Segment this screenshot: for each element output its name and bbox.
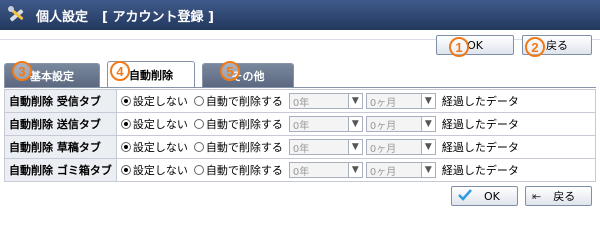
month-select[interactable]: 0ヶ月 ▼	[365, 139, 436, 155]
elapsed-data-text: 経過したデータ	[441, 141, 519, 154]
back-button-top-label: 戻る	[546, 39, 568, 52]
month-select[interactable]: 0ヶ月 ▼	[365, 162, 436, 178]
annotation-marker-4: 4	[110, 61, 130, 81]
tab-auto-delete-label: 自動削除	[129, 68, 173, 82]
year-select-value: 0年	[292, 166, 310, 178]
row-options: 設定しない 自動で削除する 0年 ▼ 0ヶ月 ▼ 経過したデータ	[115, 89, 597, 113]
checkmark-icon	[458, 188, 472, 204]
year-select[interactable]: 0年 ▼	[288, 139, 363, 155]
radio-no-setting[interactable]	[120, 96, 131, 106]
chevron-down-icon: ▼	[347, 117, 362, 131]
table-row: 自動削除 送信タブ 設定しない 自動で削除する 0年 ▼ 0ヶ月 ▼ 経過したデータ	[4, 112, 597, 136]
radio-auto-delete-label: 自動で削除する	[205, 141, 283, 154]
table-row: 自動削除 草稿タブ 設定しない 自動で削除する 0年 ▼ 0ヶ月 ▼ 経過したデータ	[4, 135, 597, 159]
radio-auto-delete[interactable]	[193, 142, 204, 152]
annotation-marker-1: 1	[449, 37, 469, 57]
radio-no-setting[interactable]	[120, 165, 131, 175]
annotation-marker-5: 5	[220, 61, 240, 81]
chevron-down-icon: ▼	[347, 140, 362, 154]
tools-icon	[6, 4, 28, 26]
elapsed-data-text: 経過したデータ	[441, 164, 519, 177]
row-options: 設定しない 自動で削除する 0年 ▼ 0ヶ月 ▼ 経過したデータ	[115, 135, 597, 159]
month-select-value: 0ヶ月	[369, 120, 397, 132]
row-label: 自動削除 草稿タブ	[4, 135, 117, 159]
table-row: 自動削除 受信タブ 設定しない 自動で削除する 0年 ▼ 0ヶ月 ▼ 経過したデータ	[4, 89, 597, 113]
elapsed-data-text: 経過したデータ	[441, 118, 519, 131]
month-select-value: 0ヶ月	[369, 143, 397, 155]
month-select[interactable]: 0ヶ月 ▼	[365, 93, 436, 109]
row-label: 自動削除 受信タブ	[4, 89, 117, 113]
chevron-down-icon: ▼	[420, 163, 435, 177]
radio-no-setting-label: 設定しない	[132, 118, 188, 131]
radio-auto-delete-label: 自動で削除する	[205, 95, 283, 108]
radio-auto-delete-label: 自動で削除する	[205, 164, 283, 177]
radio-no-setting[interactable]	[120, 142, 131, 152]
chevron-down-icon: ▼	[347, 94, 362, 108]
year-select[interactable]: 0年 ▼	[288, 93, 363, 109]
row-label: 自動削除 ゴミ箱タブ	[4, 158, 117, 182]
ok-button-top[interactable]: OK	[436, 35, 514, 55]
radio-auto-delete[interactable]	[193, 165, 204, 175]
row-options: 設定しない 自動で削除する 0年 ▼ 0ヶ月 ▼ 経過したデータ	[115, 158, 597, 182]
row-label: 自動削除 送信タブ	[4, 112, 117, 136]
radio-auto-delete-label: 自動で削除する	[205, 118, 283, 131]
radio-auto-delete[interactable]	[193, 96, 204, 106]
radio-no-setting[interactable]	[120, 119, 131, 129]
month-select-value: 0ヶ月	[369, 166, 397, 178]
page-subtitle: [ アカウント登録 ]	[102, 9, 214, 25]
back-button-bottom-label: 戻る	[553, 190, 576, 203]
chevron-down-icon: ▼	[420, 94, 435, 108]
radio-auto-delete[interactable]	[193, 119, 204, 129]
month-select-value: 0ヶ月	[369, 97, 397, 109]
annotation-marker-2: 2	[525, 37, 545, 57]
window-title-bar: 個人設定 [ アカウント登録 ]	[0, 0, 600, 30]
table-row: 自動削除 ゴミ箱タブ 設定しない 自動で削除する 0年 ▼ 0ヶ月 ▼ 経過したデー…	[4, 158, 597, 182]
year-select[interactable]: 0年 ▼	[288, 162, 363, 178]
back-button-bottom[interactable]: ⇤ 戻る	[525, 186, 592, 206]
year-select[interactable]: 0年 ▼	[288, 116, 363, 132]
year-select-value: 0年	[292, 120, 310, 132]
annotation-marker-3: 3	[12, 61, 32, 81]
ok-button-top-label: OK	[467, 38, 483, 52]
ok-button-bottom[interactable]: OK	[451, 186, 518, 206]
chevron-down-icon: ▼	[420, 117, 435, 131]
radio-no-setting-label: 設定しない	[132, 141, 188, 154]
month-select[interactable]: 0ヶ月 ▼	[365, 116, 436, 132]
chevron-down-icon: ▼	[347, 163, 362, 177]
radio-no-setting-label: 設定しない	[132, 95, 188, 108]
radio-no-setting-label: 設定しない	[132, 164, 188, 177]
elapsed-data-text: 経過したデータ	[441, 95, 519, 108]
year-select-value: 0年	[292, 143, 310, 155]
year-select-value: 0年	[292, 97, 310, 109]
tab-other[interactable]: その他	[202, 63, 294, 87]
ok-button-bottom-label: OK	[484, 189, 500, 203]
back-arrow-icon: ⇤	[532, 189, 542, 203]
auto-delete-table: 自動削除 受信タブ 設定しない 自動で削除する 0年 ▼ 0ヶ月 ▼ 経過したデータ…	[4, 89, 597, 182]
page-title: 個人設定	[36, 9, 89, 25]
tab-divider	[4, 87, 596, 88]
row-options: 設定しない 自動で削除する 0年 ▼ 0ヶ月 ▼ 経過したデータ	[115, 112, 597, 136]
chevron-down-icon: ▼	[420, 140, 435, 154]
tab-basic-settings-label: 基本設定	[30, 69, 74, 83]
